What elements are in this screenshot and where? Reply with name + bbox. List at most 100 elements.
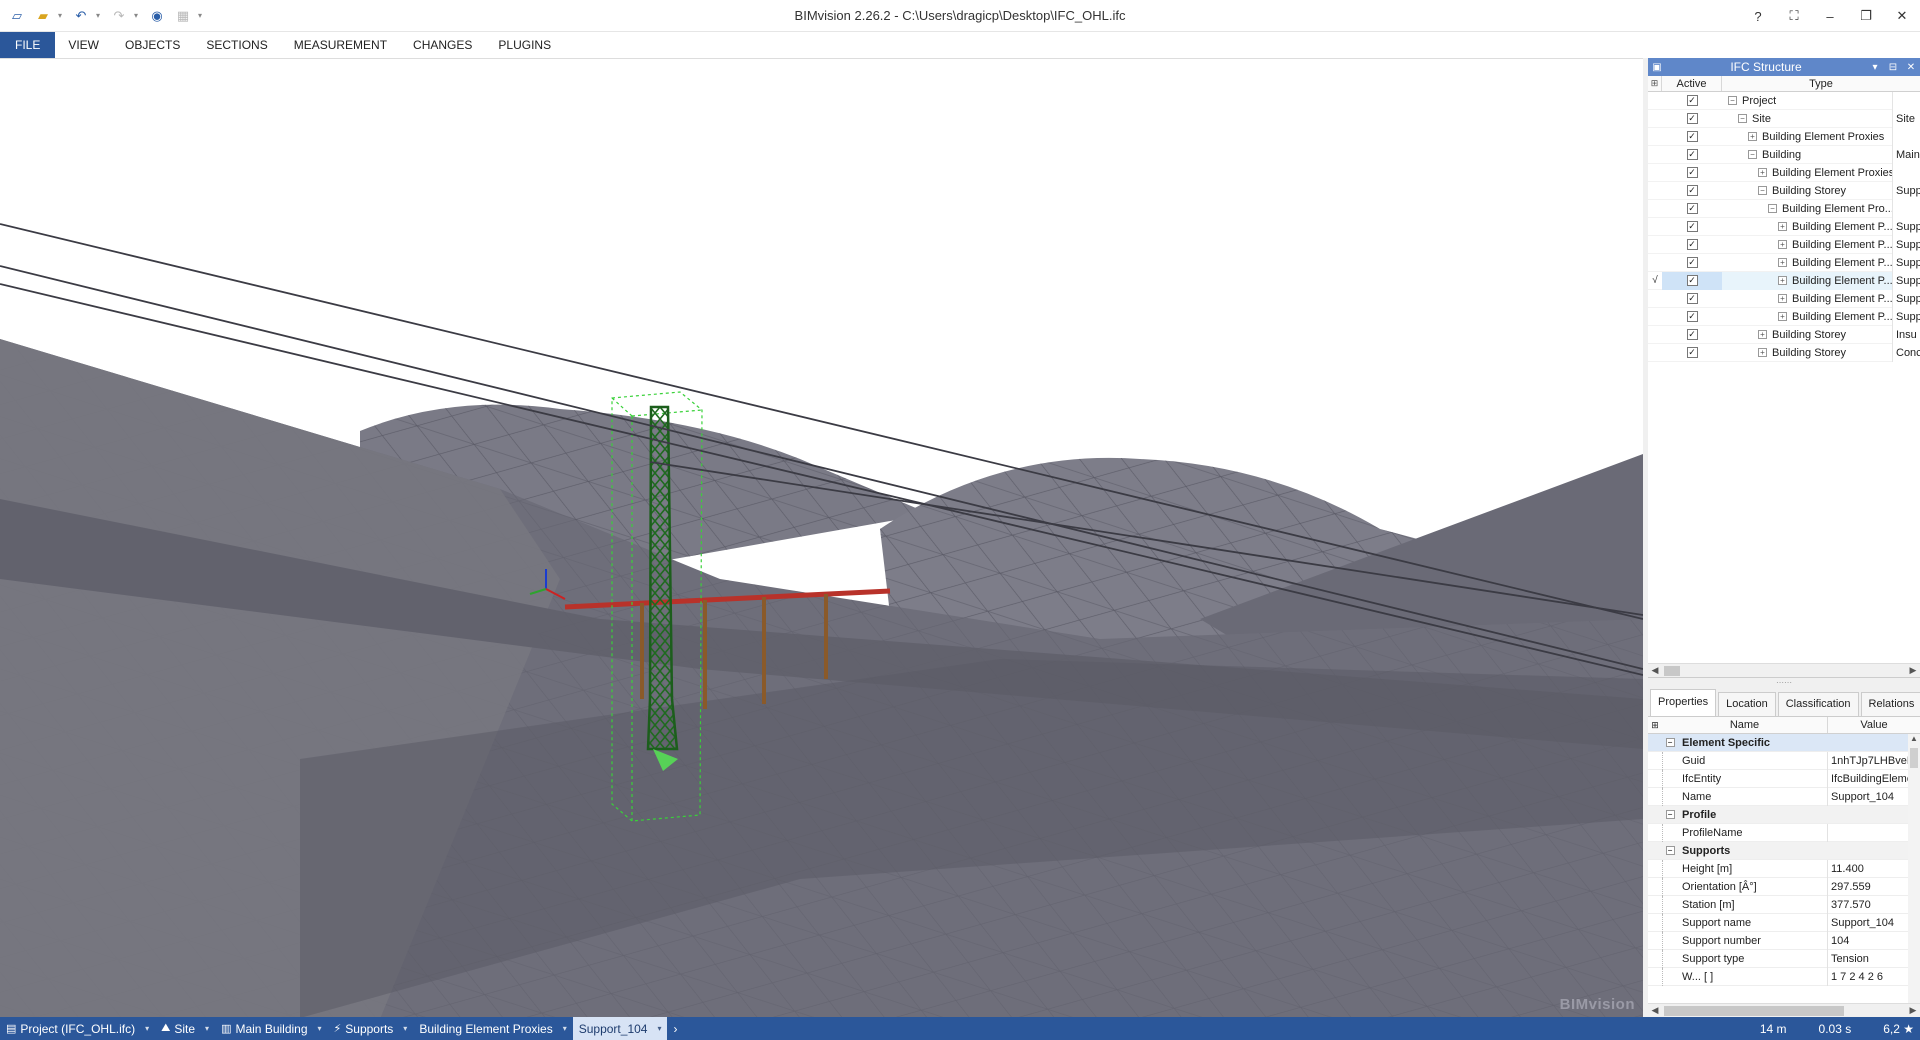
property-row[interactable]: Height [m] 11.400 [1648, 859, 1920, 878]
chevron-down-icon[interactable]: ▾ [563, 1024, 567, 1033]
property-row[interactable]: Support number 104 [1648, 931, 1920, 950]
chevron-right-icon[interactable]: › [667, 1017, 683, 1040]
column-type[interactable]: Type [1722, 76, 1920, 91]
tree-row[interactable]: ✓ + Building Element P... Supp [1648, 307, 1920, 326]
column-active[interactable]: Active [1662, 76, 1722, 91]
chevron-down-icon[interactable]: ▾ [657, 1024, 661, 1033]
tab-location[interactable]: Location [1718, 692, 1776, 716]
scroll-left-icon[interactable]: ◀ [1648, 665, 1662, 676]
help-button[interactable]: ? [1740, 0, 1776, 32]
active-checkbox[interactable]: ✓ [1686, 113, 1698, 124]
property-row[interactable]: IfcEntity IfcBuildingElemen [1648, 769, 1920, 788]
active-checkbox[interactable]: ✓ [1686, 275, 1698, 286]
props-scroll-right-icon[interactable]: ▶ [1906, 1005, 1920, 1016]
expand-icon[interactable]: + [1778, 312, 1787, 321]
expand-icon[interactable]: + [1778, 258, 1787, 267]
active-checkbox[interactable]: ✓ [1686, 95, 1698, 106]
tree-row[interactable]: ✓ + Building Element P... Supp [1648, 253, 1920, 272]
property-row[interactable]: Support name Support_104 [1648, 913, 1920, 932]
active-checkbox[interactable]: ✓ [1686, 185, 1698, 196]
props-scroll-left-icon[interactable]: ◀ [1648, 1005, 1662, 1016]
collapse-icon[interactable]: − [1748, 150, 1757, 159]
tree-row[interactable]: ✓ − Building Main [1648, 145, 1920, 164]
property-value[interactable]: 1 7 2 4 2 6 [1828, 968, 1920, 986]
tree-horizontal-scrollbar[interactable]: ◀ ▶ [1648, 663, 1920, 677]
undo-dropdown-icon[interactable]: ▾ [96, 11, 104, 20]
chevron-down-icon[interactable]: ▾ [318, 1024, 322, 1033]
collapse-icon[interactable]: − [1768, 204, 1777, 213]
props-scroll-thumb[interactable] [1664, 1005, 1844, 1016]
panel-dropdown-icon[interactable]: ▾ [1866, 58, 1884, 76]
expand-icon[interactable]: + [1758, 330, 1767, 339]
properties-scroll-thumb[interactable] [1910, 748, 1918, 768]
tree-row[interactable]: ✓ − Project [1648, 91, 1920, 110]
breadcrumb-item[interactable]: Building Element Proxies ▾ [413, 1017, 572, 1040]
tab-view[interactable]: VIEW [55, 32, 112, 58]
active-checkbox[interactable]: ✓ [1686, 149, 1698, 160]
active-checkbox[interactable]: ✓ [1686, 131, 1698, 142]
property-value[interactable] [1828, 824, 1920, 842]
breadcrumb-item[interactable]: Support_104 ▾ [572, 1017, 668, 1040]
column-name[interactable]: Name [1662, 717, 1828, 733]
collapse-icon[interactable]: − [1665, 846, 1675, 855]
redo-icon[interactable]: ↷ [108, 5, 130, 27]
property-value[interactable]: 11.400 [1828, 860, 1920, 878]
tree-row[interactable]: √ ✓ + Building Element P... Supp [1648, 271, 1920, 290]
expand-icon[interactable]: + [1778, 240, 1787, 249]
3d-viewport[interactable]: BIMvision [0, 58, 1643, 1017]
open-icon[interactable]: ▰ [32, 5, 54, 27]
tree-row[interactable]: ✓ − Building Storey Supp [1648, 181, 1920, 200]
column-value[interactable]: Value [1828, 717, 1920, 733]
tab-changes[interactable]: CHANGES [400, 32, 485, 58]
tree-row[interactable]: ✓ + Building Element Proxies [1648, 163, 1920, 182]
view-icon[interactable]: ▦ [172, 5, 194, 27]
redo-dropdown-icon[interactable]: ▾ [134, 11, 142, 20]
expand-icon[interactable]: + [1778, 276, 1787, 285]
expand-icon[interactable]: + [1758, 168, 1767, 177]
property-category[interactable]: − Profile [1648, 806, 1920, 824]
active-checkbox[interactable]: ✓ [1686, 311, 1698, 322]
properties-horizontal-scrollbar[interactable]: ◀ ▶ [1648, 1003, 1920, 1017]
tree-row[interactable]: ✓ + Building Element P... Supp [1648, 289, 1920, 308]
scene-canvas[interactable] [0, 59, 1643, 1017]
property-row[interactable]: ProfileName [1648, 823, 1920, 842]
property-row[interactable]: Guid 1nhTJp7LHBveLAF [1648, 751, 1920, 770]
expand-icon[interactable]: + [1778, 294, 1787, 303]
panel-resize-grip[interactable]: ⋯⋯ [1648, 678, 1920, 688]
active-checkbox[interactable]: ✓ [1686, 203, 1698, 214]
tab-properties[interactable]: Properties [1650, 689, 1717, 716]
tree-row[interactable]: ✓ + Building Element P... Supp [1648, 217, 1920, 236]
active-checkbox[interactable]: ✓ [1686, 221, 1698, 232]
property-value[interactable]: 377.570 [1828, 896, 1920, 914]
restore-button[interactable]: ❐ [1848, 0, 1884, 32]
property-value[interactable]: IfcBuildingElemen [1828, 770, 1920, 788]
minimize-button[interactable]: – [1812, 0, 1848, 32]
property-value[interactable]: 1nhTJp7LHBveLAF [1828, 752, 1920, 770]
property-value[interactable]: Support_104 [1828, 914, 1920, 932]
open-dropdown-icon[interactable]: ▾ [58, 11, 66, 20]
active-checkbox[interactable]: ✓ [1686, 257, 1698, 268]
collapse-icon[interactable]: − [1738, 114, 1747, 123]
tree-row[interactable]: ✓ − Site Site [1648, 109, 1920, 128]
tab-file[interactable]: FILE [0, 32, 56, 58]
property-value[interactable]: Tension [1828, 950, 1920, 968]
tab-classification[interactable]: Classification [1777, 692, 1859, 716]
scroll-right-icon[interactable]: ▶ [1906, 665, 1920, 676]
property-row[interactable]: W... [ ] 1 7 2 4 2 6 [1648, 967, 1920, 986]
tab-objects[interactable]: OBJECTS [112, 32, 193, 58]
active-checkbox[interactable]: ✓ [1686, 293, 1698, 304]
expand-icon[interactable]: + [1748, 132, 1757, 141]
property-category[interactable]: − Element Specific [1648, 734, 1920, 752]
collapse-icon[interactable]: − [1758, 186, 1767, 195]
tab-plugins[interactable]: PLUGINS [485, 32, 564, 58]
properties-column-chooser-icon[interactable]: ⊞ [1648, 717, 1662, 733]
tree-row[interactable]: ✓ + Building Element P... Supp [1648, 235, 1920, 254]
collapse-icon[interactable]: − [1665, 810, 1675, 819]
fullscreen-button[interactable]: ⛶ [1776, 0, 1812, 32]
chevron-down-icon[interactable]: ▾ [205, 1024, 209, 1033]
collapse-icon[interactable]: − [1665, 738, 1675, 747]
active-checkbox[interactable]: ✓ [1686, 239, 1698, 250]
property-value[interactable]: 104 [1828, 932, 1920, 950]
property-value[interactable]: 297.559 [1828, 878, 1920, 896]
property-row[interactable]: Station [m] 377.570 [1648, 895, 1920, 914]
